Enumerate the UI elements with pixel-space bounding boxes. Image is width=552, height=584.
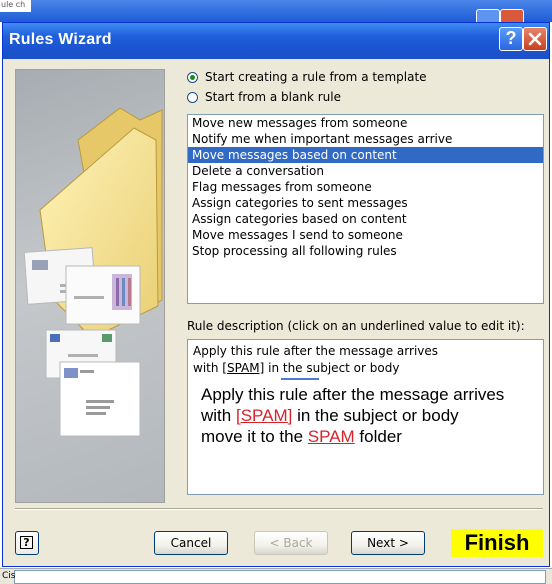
help-button[interactable]: ? xyxy=(15,531,39,555)
list-item[interactable]: Stop processing all following rules xyxy=(188,243,543,259)
background-input-field xyxy=(14,570,546,584)
list-item[interactable]: Assign categories to sent messages xyxy=(188,195,543,211)
description-line-2-suffix: in the subject or body xyxy=(264,361,400,375)
list-item[interactable]: Flag messages from someone xyxy=(188,179,543,195)
back-button[interactable]: < Back xyxy=(254,531,328,555)
background-text-fragment-bottom: Cis xyxy=(2,571,16,581)
spam-keyword-link[interactable]: [SPAM] xyxy=(222,361,264,375)
radio-blank-option[interactable]: Start from a blank rule xyxy=(187,89,341,105)
folder-envelopes-icon xyxy=(23,107,163,437)
annotation-line-2-suffix: in the subject or body xyxy=(292,406,459,425)
annotation-line-3: move it to the SPAM folder xyxy=(201,426,538,447)
footer-separator xyxy=(15,508,543,510)
help-question-icon[interactable]: ? xyxy=(499,27,523,51)
radio-blank-label: Start from a blank rule xyxy=(205,90,341,104)
list-item[interactable]: Assign categories based on content xyxy=(188,211,543,227)
radio-template-button[interactable] xyxy=(187,71,198,83)
help-icon: ? xyxy=(20,536,33,549)
background-text-fragment: ule ch xyxy=(0,0,31,12)
close-x-icon xyxy=(528,32,542,46)
annotation-spam-keyword-link[interactable]: [SPAM] xyxy=(236,406,292,425)
annotation-line-2: with [SPAM] in the subject or body xyxy=(201,405,538,426)
wizard-illustration xyxy=(15,69,165,503)
radio-blank-button[interactable] xyxy=(187,91,198,103)
radio-template-option[interactable]: Start creating a rule from a template xyxy=(187,69,427,85)
rules-wizard-dialog: Rules Wizard ? Start creating a rule fro… xyxy=(2,22,550,567)
radio-template-label: Start creating a rule from a template xyxy=(205,70,427,84)
annotation-line-1: Apply this rule after the message arrive… xyxy=(201,385,505,404)
background-bottom-bar: Cis xyxy=(0,568,552,584)
next-button[interactable]: Next > xyxy=(351,531,425,555)
list-item[interactable]: Delete a conversation xyxy=(188,163,543,179)
description-line-2: with [SPAM] in the subject or body xyxy=(193,360,538,377)
list-item[interactable]: Move new messages from someone xyxy=(188,115,543,131)
annotation-line-2-prefix: with xyxy=(201,406,236,425)
dialog-titlebar[interactable]: Rules Wizard ? xyxy=(3,23,549,59)
dialog-title: Rules Wizard xyxy=(9,31,112,48)
rule-description-box: Apply this rule after the message arrive… xyxy=(187,339,544,495)
annotation-line-3-suffix: folder xyxy=(354,427,402,446)
finish-button[interactable]: Finish xyxy=(451,529,543,557)
cancel-button[interactable]: Cancel xyxy=(154,531,228,555)
annotation-line-3-prefix: move it to the xyxy=(201,427,308,446)
text-cursor-mark xyxy=(281,378,319,380)
template-list[interactable]: Move new messages from someone Notify me… xyxy=(187,114,544,304)
annotation-spam-folder-link[interactable]: SPAM xyxy=(308,427,355,446)
background-window-titlebar: ule ch xyxy=(0,0,552,25)
description-line-2-prefix: with xyxy=(193,361,223,375)
list-item-selected[interactable]: Move messages based on content xyxy=(188,147,543,163)
list-item[interactable]: Notify me when important messages arrive xyxy=(188,131,543,147)
annotation-overlay: Apply this rule after the message arrive… xyxy=(193,384,538,447)
rule-description-label: Rule description (click on an underlined… xyxy=(187,319,525,333)
close-icon[interactable] xyxy=(523,27,547,51)
description-line-1: Apply this rule after the message arrive… xyxy=(193,344,439,358)
list-item[interactable]: Move messages I send to someone xyxy=(188,227,543,243)
